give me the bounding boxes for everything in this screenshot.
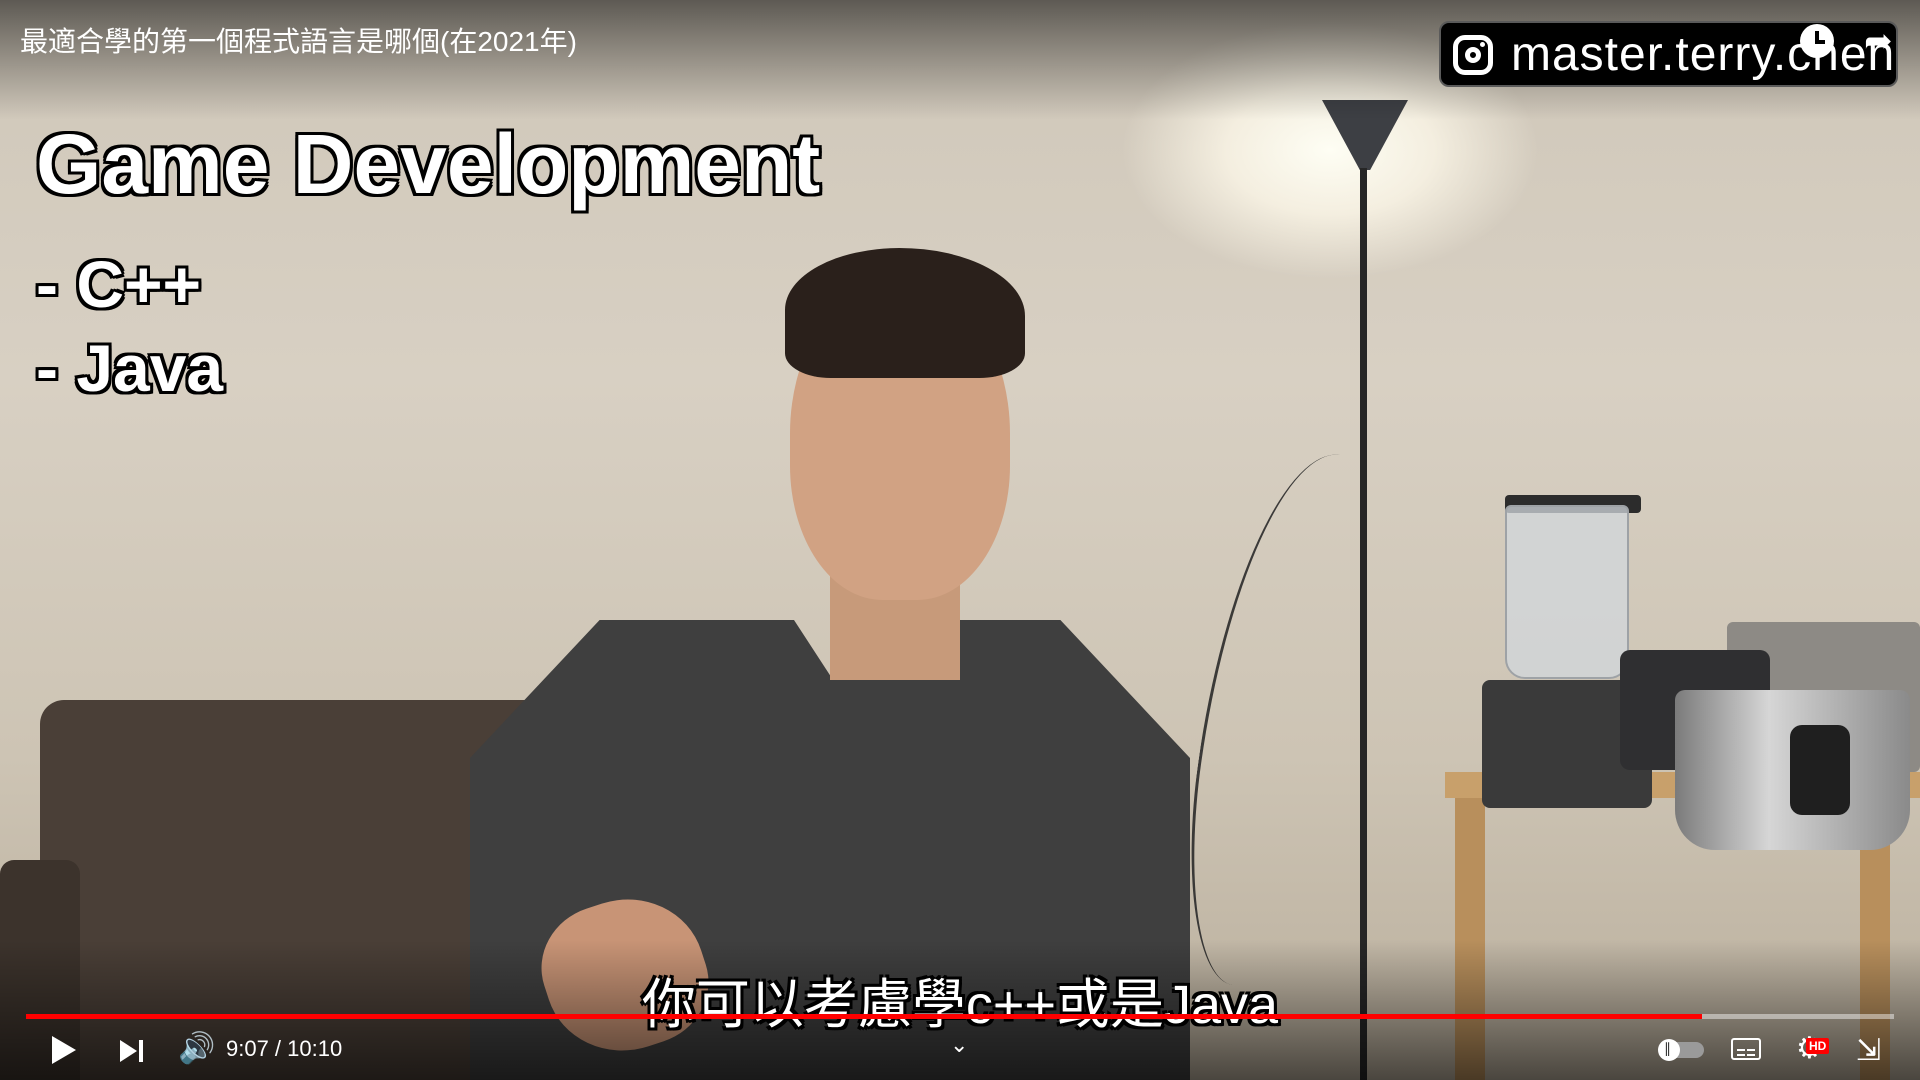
- clock-icon[interactable]: [1800, 24, 1834, 58]
- video-title[interactable]: 最適合學的第一個程式語言是哪個(在2021年): [20, 20, 577, 60]
- share-icon[interactable]: ➦: [1864, 24, 1902, 58]
- instagram-icon: [1453, 35, 1493, 75]
- instagram-handle: master.terry.chen: [1511, 28, 1896, 81]
- play-icon[interactable]: [52, 1036, 76, 1064]
- blender-jar: [1505, 505, 1629, 679]
- progress-played: [26, 1014, 1702, 1019]
- volume-icon[interactable]: 🔊: [178, 1034, 215, 1064]
- lamp-cord: [1168, 441, 1405, 999]
- captions-icon[interactable]: [1731, 1038, 1761, 1060]
- slide-item-java: - Java: [36, 331, 224, 405]
- exit-fullscreen-icon[interactable]: ⇲: [1856, 1036, 1881, 1066]
- next-icon[interactable]: [120, 1040, 146, 1062]
- progress-bar[interactable]: [26, 1014, 1894, 1019]
- hd-badge: HD: [1806, 1038, 1830, 1054]
- subtitle-caption: 你可以考慮學c++或是Java: [641, 975, 1279, 1035]
- person-hair: [785, 248, 1025, 378]
- time-display: 9:07 / 10:10: [226, 1036, 343, 1061]
- rice-cooker-panel: [1790, 725, 1850, 815]
- chevron-down-icon[interactable]: ⌄: [950, 1032, 968, 1058]
- slide-heading: Game Development: [36, 117, 821, 211]
- slide-item-cpp: - C++: [36, 247, 202, 321]
- autoplay-toggle[interactable]: [1658, 1039, 1704, 1061]
